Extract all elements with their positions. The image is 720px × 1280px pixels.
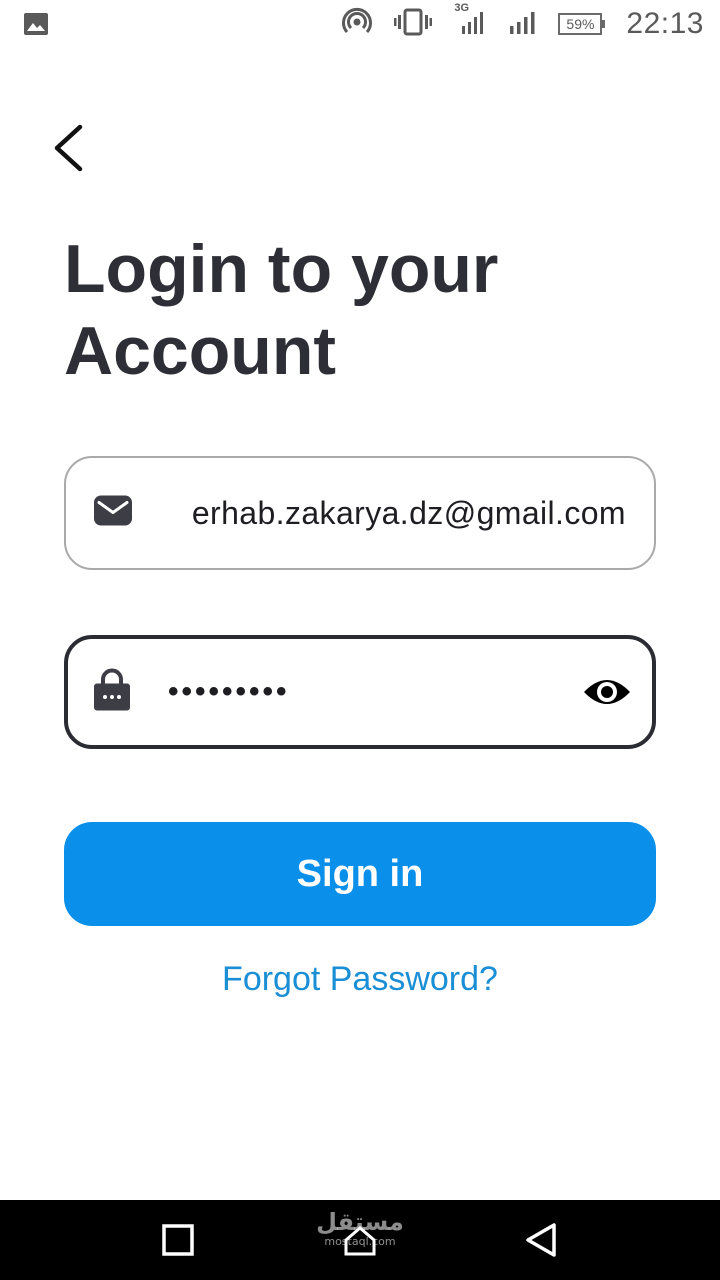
gallery-icon: [23, 12, 49, 41]
back-triangle-icon: [522, 1223, 562, 1264]
email-input[interactable]: erhab.zakarya.dz@gmail.com: [166, 458, 626, 568]
page-title-line2: Account: [64, 313, 336, 389]
toggle-password-visibility-button[interactable]: [582, 672, 632, 712]
eye-icon: [582, 680, 632, 716]
navigation-bar: [0, 1200, 720, 1280]
battery-percent: 59%: [566, 16, 595, 32]
signal-icon: [508, 8, 536, 41]
battery-icon: 59%: [558, 13, 606, 35]
hotspot-icon: [342, 7, 373, 42]
mail-icon: [93, 495, 133, 532]
recents-square-icon: [158, 1224, 198, 1264]
forgot-password-link[interactable]: Forgot Password?: [0, 960, 720, 999]
home-icon: [340, 1226, 380, 1264]
home-button[interactable]: [340, 1220, 380, 1260]
lock-icon: [93, 668, 131, 717]
chevron-left-icon: [44, 124, 100, 184]
status-bar: 3G 59% 22:13: [0, 0, 720, 48]
page-title: Login to your Account: [64, 228, 664, 392]
password-input[interactable]: [168, 639, 568, 745]
recents-button[interactable]: [158, 1220, 198, 1260]
page-title-line1: Login to your: [64, 231, 499, 307]
status-time: 22:13: [626, 7, 704, 40]
back-button[interactable]: [44, 116, 100, 180]
vibrate-icon: [394, 7, 433, 42]
password-field[interactable]: [64, 635, 656, 749]
system-back-button[interactable]: [522, 1220, 562, 1260]
status-icons: 3G 59% 22:13: [342, 2, 704, 42]
sign-in-button[interactable]: Sign in: [64, 822, 656, 926]
network-type-label: 3G: [454, 1, 470, 14]
email-field[interactable]: erhab.zakarya.dz@gmail.com: [64, 456, 656, 570]
signal-3g-icon: 3G: [454, 2, 486, 41]
